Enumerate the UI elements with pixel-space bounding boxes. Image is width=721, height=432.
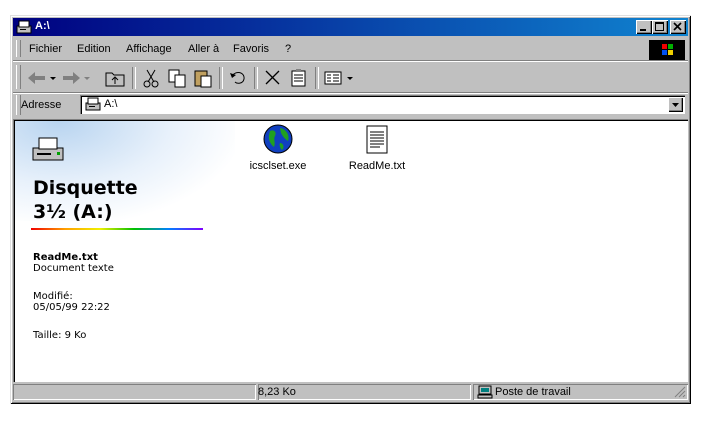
close-button[interactable] bbox=[670, 20, 686, 34]
menu-affichage[interactable]: Affichage bbox=[126, 43, 172, 55]
menu-aller-a[interactable]: Aller à bbox=[188, 43, 219, 55]
globe-exe-icon bbox=[263, 124, 293, 154]
floppy-drive-icon bbox=[32, 137, 64, 161]
copy-icon[interactable] bbox=[166, 67, 188, 89]
size-info: Taille: 9 Ko bbox=[33, 330, 87, 341]
modified-value: 05/05/99 22:22 bbox=[33, 302, 110, 313]
delete-icon[interactable] bbox=[262, 67, 284, 89]
selected-file-type: Document texte bbox=[33, 263, 114, 274]
maximize-button[interactable] bbox=[652, 20, 668, 34]
window-title: A:\ bbox=[35, 20, 50, 32]
file-name: icsclset.exe bbox=[249, 160, 307, 172]
status-panel-size: 8,23 Ko bbox=[258, 384, 471, 400]
title-bar[interactable]: A:\ bbox=[13, 18, 688, 36]
back-icon[interactable] bbox=[25, 67, 59, 89]
folder-view: Disquette 3½ (A:) ReadMe.txt Document te… bbox=[13, 119, 688, 382]
drive-title: Disquette 3½ (A:) bbox=[33, 176, 138, 224]
standard-toolbar bbox=[13, 63, 688, 93]
close-icon bbox=[673, 22, 682, 31]
properties-icon[interactable] bbox=[288, 67, 310, 89]
windows-flag-icon bbox=[662, 44, 673, 55]
status-size: 8,23 Ko bbox=[258, 386, 296, 398]
menu-favoris[interactable]: Favoris bbox=[233, 43, 269, 55]
floppy-drive-icon bbox=[16, 20, 32, 34]
windows-logo bbox=[649, 40, 685, 60]
toolbar-separator bbox=[219, 67, 223, 89]
menu-edition[interactable]: Edition bbox=[77, 43, 111, 55]
minimize-button[interactable] bbox=[636, 20, 652, 34]
modified-info: Modifié: 05/05/99 22:22 bbox=[33, 291, 110, 313]
toolbar-separator bbox=[254, 67, 258, 89]
address-bar: Adresse A:\ bbox=[13, 94, 688, 118]
toolbar-separator bbox=[315, 67, 319, 89]
drive-title-line1: Disquette bbox=[33, 177, 138, 199]
cut-icon[interactable] bbox=[140, 67, 162, 89]
file-item[interactable]: ReadMe.txt bbox=[337, 123, 417, 172]
status-panel-zone: Poste de travail bbox=[473, 384, 688, 400]
views-icon[interactable] bbox=[323, 67, 357, 89]
status-zone: Poste de travail bbox=[495, 386, 571, 398]
up-folder-icon[interactable] bbox=[104, 67, 126, 89]
file-name: ReadMe.txt bbox=[348, 160, 406, 172]
modified-label: Modifié: bbox=[33, 291, 73, 302]
address-label: Adresse bbox=[21, 99, 62, 111]
minimize-icon bbox=[640, 29, 646, 31]
toolbar-grip[interactable] bbox=[16, 65, 21, 89]
menu-fichier[interactable]: Fichier bbox=[29, 43, 62, 55]
chevron-down-icon bbox=[672, 103, 679, 107]
status-bar: 8,23 Ko Poste de travail bbox=[13, 383, 688, 401]
undo-icon[interactable] bbox=[227, 67, 249, 89]
computer-icon bbox=[477, 385, 493, 399]
selected-file-name: ReadMe.txt bbox=[33, 252, 98, 263]
text-document-icon bbox=[366, 125, 388, 154]
resize-grip-icon[interactable] bbox=[674, 386, 686, 398]
explorer-window: A:\ Fichier Edition Affichage Aller à Fa… bbox=[10, 15, 691, 404]
selected-file-info: ReadMe.txt Document texte bbox=[33, 252, 114, 274]
file-item[interactable]: icsclset.exe bbox=[238, 123, 318, 172]
drive-title-line2: 3½ (A:) bbox=[33, 201, 113, 223]
toolbar-separator bbox=[132, 67, 136, 89]
address-dropdown-button[interactable] bbox=[668, 97, 683, 112]
paste-icon[interactable] bbox=[192, 67, 214, 89]
address-input[interactable]: A:\ bbox=[80, 95, 685, 114]
forward-icon[interactable] bbox=[61, 67, 93, 89]
menu-separator bbox=[13, 60, 688, 62]
maximize-icon bbox=[655, 22, 664, 31]
floppy-drive-icon bbox=[85, 97, 101, 111]
address-value: A:\ bbox=[104, 98, 118, 110]
menu-help[interactable]: ? bbox=[285, 43, 291, 55]
status-panel-message bbox=[13, 384, 256, 400]
menu-grip[interactable] bbox=[16, 40, 21, 57]
rainbow-divider bbox=[31, 228, 203, 230]
menu-bar: Fichier Edition Affichage Aller à Favori… bbox=[13, 39, 688, 60]
